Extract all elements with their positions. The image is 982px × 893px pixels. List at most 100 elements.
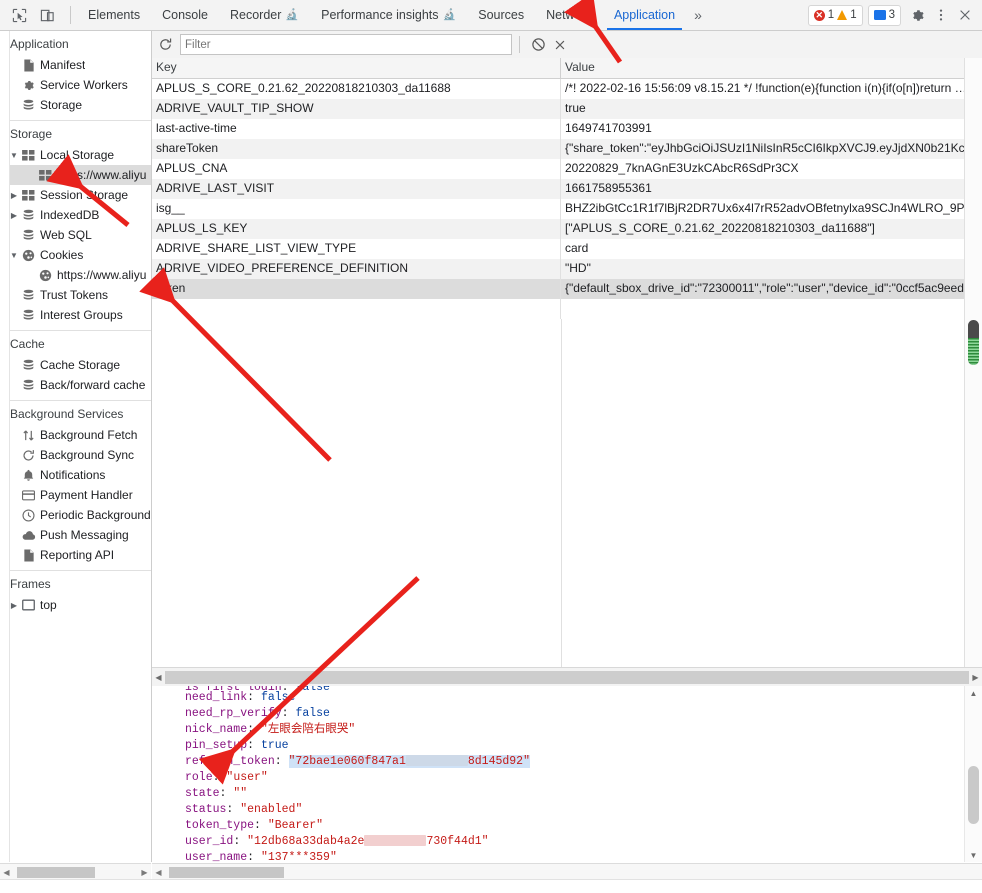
sidebar-item-service-workers[interactable]: Service Workers [0,75,151,95]
preview-scroll-down-arrow-icon[interactable]: ▼ [965,848,982,862]
sidebar-item-cache-storage[interactable]: Cache Storage [0,355,151,375]
refresh-icon[interactable] [152,32,178,58]
inspect-cursor-icon[interactable] [8,4,30,26]
issue-counters[interactable]: ✕ 1 1 [807,4,863,26]
preview-scroll-left-arrow-icon[interactable]: ◀ [152,865,165,880]
sidebar-item-top[interactable]: ▶ top [0,595,151,615]
sidebar-item-interest-groups[interactable]: Interest Groups [0,305,151,325]
clear-all-icon[interactable] [527,34,549,56]
table-cell-key[interactable]: APLUS_LS_KEY [152,219,561,239]
table-cell-value[interactable]: card [561,239,982,259]
preview-line[interactable]: role: "user" [185,770,965,786]
sidebar-item-manifest[interactable]: Manifest [0,55,151,75]
tab-elements[interactable]: Elements [77,0,151,30]
table-row[interactable]: ADRIVE_VAULT_TIP_SHOW true [152,99,982,119]
sidebar-item-notifications[interactable]: Notifications [0,465,151,485]
preview-hscroll-thumb[interactable] [169,866,284,878]
preview-line[interactable]: refresh_token: "72bae1e060f847a1 8d145d92… [185,754,965,770]
table-cell-value[interactable]: /*! 2022-02-16 15:56:09 v8.15.21 */ !fun… [561,79,982,99]
table-row[interactable]: isg__ BHZ2ibGtCc1R1f7lBjR2DR7Ux6x4l7rR52a… [152,199,982,219]
table-cell-key[interactable]: shareToken [152,139,561,159]
table-row[interactable]: last-active-time 1649741703991 [152,119,982,139]
table-cell-key[interactable]: ADRIVE_SHARE_LIST_VIEW_TYPE [152,239,561,259]
close-icon[interactable] [954,4,976,26]
sidebar-item-push-messaging[interactable]: Push Messaging [0,525,151,545]
table-cell-key[interactable]: ADRIVE_VAULT_TIP_SHOW [152,99,561,119]
sidebar-item-reporting-api[interactable]: Reporting API [0,545,151,565]
tab-performance-insights[interactable]: Performance insights 🔬 [310,0,467,30]
gear-icon[interactable] [906,4,928,26]
scroll-right-arrow-icon[interactable]: ▶ [969,669,982,686]
preview-line[interactable]: user_name: "137***359" [185,850,965,862]
horizontal-scroll-track[interactable] [165,670,969,684]
search-input[interactable] [180,34,512,55]
preview-line[interactable]: need_link: false [185,690,965,706]
table-cell-value[interactable]: {"share_token":"eyJhbGciOiJSUzI1NiIsInR5… [561,139,982,159]
tab-sources[interactable]: Sources [467,0,535,30]
kebab-menu-icon[interactable] [930,4,952,26]
table-cell-value[interactable]: 1661758955361 [561,179,982,199]
table-cell-key[interactable]: ADRIVE_LAST_VISIT [152,179,561,199]
tab-recorder[interactable]: Recorder 🔬 [219,0,310,30]
preview-scroll-track[interactable] [165,866,982,878]
column-header-value[interactable]: Value [561,58,982,78]
sidebar-item-indexeddb[interactable]: ▶ IndexedDB [0,205,151,225]
table-cell-value[interactable]: {"default_sbox_drive_id":"72300011","rol… [561,279,982,299]
sidebar-item-local-storage[interactable]: ▼ Local Storage [0,145,151,165]
table-cell-key[interactable]: APLUS_CNA [152,159,561,179]
sidebar-item-periodic-background[interactable]: Periodic Background [0,505,151,525]
preview-line[interactable]: token_type: "Bearer" [185,818,965,834]
sidebar-item-storage[interactable]: Storage [0,95,151,115]
preview-line[interactable]: state: "" [185,786,965,802]
table-cell-value[interactable]: ["APLUS_S_CORE_0.21.62_20220818210303_da… [561,219,982,239]
delete-selected-icon[interactable] [549,34,571,56]
sidebar-scroll-thumb[interactable] [17,866,95,878]
preview-line[interactable]: nick_name: "左眼会陪右眼哭" [185,722,965,738]
preview-line[interactable]: pin_setup: true [185,738,965,754]
horizontal-scroll-thumb[interactable] [165,670,969,684]
sidebar-item-payment-handler[interactable]: Payment Handler [0,485,151,505]
table-row[interactable]: APLUS_S_CORE_0.21.62_20220818210303_da11… [152,79,982,99]
sidebar-horizontal-scrollbar[interactable]: ◀ ▶ [0,863,151,880]
sidebar-item-background-fetch[interactable]: Background Fetch [0,425,151,445]
table-cell-key[interactable]: token [152,279,561,299]
table-cell-value[interactable]: 20220829_7knAGnE3UzkCAbcR6SdPr3CX [561,159,982,179]
table-row[interactable]: ADRIVE_SHARE_LIST_VIEW_TYPE card [152,239,982,259]
preview-scroll-up-arrow-icon[interactable]: ▲ [965,686,982,700]
sidebar-scroll-track[interactable] [13,866,138,878]
sidebar-item-https-www-aliyu[interactable]: https://www.aliyu [0,265,151,285]
preview-line[interactable]: need_rp_verify: false [185,706,965,722]
tab-network[interactable]: Network [535,0,603,30]
table-cell-key[interactable]: ADRIVE_VIDEO_PREFERENCE_DEFINITION [152,259,561,279]
table-cell-value[interactable]: "HD" [561,259,982,279]
table-row[interactable]: token {"default_sbox_drive_id":"72300011"… [152,279,982,299]
table-scrollbar-thumb[interactable] [968,320,979,365]
tab-application[interactable]: Application [603,0,686,30]
table-empty-row[interactable] [152,299,982,319]
table-row[interactable]: ADRIVE_VIDEO_PREFERENCE_DEFINITION "HD" [152,259,982,279]
sidebar-item-trust-tokens[interactable]: Trust Tokens [0,285,151,305]
table-cell-key[interactable]: last-active-time [152,119,561,139]
preview-horizontal-scrollbar[interactable]: ◀ [152,863,982,880]
tab-console[interactable]: Console [151,0,219,30]
more-tabs-chevron-icon[interactable]: » [686,7,710,23]
sidebar-item-cookies[interactable]: ▼ Cookies [0,245,151,265]
sidebar-scroll-left-arrow-icon[interactable]: ◀ [0,865,13,880]
table-cell-value[interactable]: true [561,99,982,119]
preview-scrollbar-thumb[interactable] [968,766,979,824]
table-cell-key[interactable]: isg__ [152,199,561,219]
device-toolbar-icon[interactable] [36,4,58,26]
sidebar-item-background-sync[interactable]: Background Sync [0,445,151,465]
table-cell-key[interactable]: APLUS_S_CORE_0.21.62_20220818210303_da11… [152,79,561,99]
sidebar-item-session-storage[interactable]: ▶ Session Storage [0,185,151,205]
table-vertical-scrollbar[interactable] [964,58,982,674]
sidebar-item-https-www-aliyu[interactable]: https://www.aliyu [0,165,151,185]
message-counter[interactable]: 3 [867,4,901,26]
table-row[interactable]: ADRIVE_LAST_VISIT 1661758955361 [152,179,982,199]
sidebar-scroll-right-arrow-icon[interactable]: ▶ [138,865,151,880]
table-horizontal-scrollbar[interactable]: ◀ ▶ [152,667,982,687]
table-row[interactable]: shareToken {"share_token":"eyJhbGciOiJSUz… [152,139,982,159]
table-row[interactable]: APLUS_LS_KEY ["APLUS_S_CORE_0.21.62_20220… [152,219,982,239]
table-row[interactable]: APLUS_CNA 20220829_7knAGnE3UzkCAbcR6SdPr3… [152,159,982,179]
preview-line[interactable]: status: "enabled" [185,802,965,818]
